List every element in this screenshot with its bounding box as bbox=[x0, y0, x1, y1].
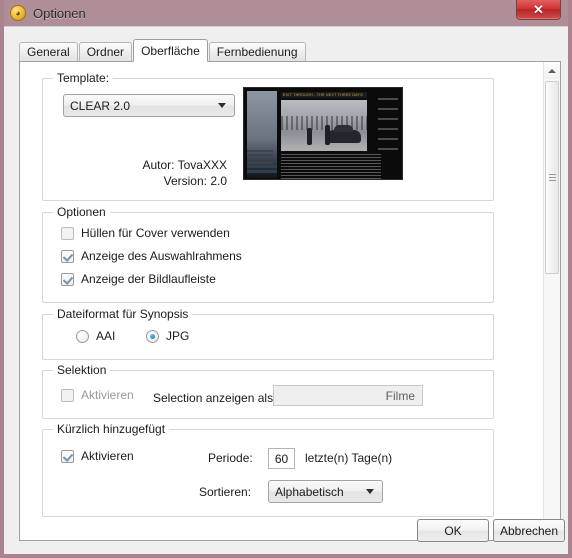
checkbox-recent-aktivieren[interactable]: Aktivieren bbox=[61, 449, 134, 463]
radio-aai[interactable]: AAI bbox=[76, 329, 115, 343]
checkbox-auswahlrahmen-label: Anzeige des Auswahlrahmens bbox=[81, 249, 242, 263]
checkbox-selektion-aktivieren[interactable]: Aktivieren bbox=[61, 388, 134, 402]
radio-jpg[interactable]: JPG bbox=[146, 329, 189, 343]
tab-oberflaeche[interactable]: Oberfläche bbox=[133, 39, 208, 62]
tab-ordner[interactable]: Ordner bbox=[78, 42, 133, 61]
radio-icon-selected bbox=[146, 329, 159, 343]
tab-page-oberflaeche: Template: CLEAR 2.0 EXIT THROUGH - THE N… bbox=[19, 61, 561, 541]
tab-oberflaeche-label: Oberfläche bbox=[141, 43, 200, 58]
checkbox-auswahlrahmen[interactable]: Anzeige des Auswahlrahmens bbox=[61, 249, 242, 263]
template-version: Version: 2.0 bbox=[163, 174, 227, 188]
preview-figure-left bbox=[307, 128, 312, 145]
ok-button[interactable]: OK bbox=[417, 519, 489, 542]
radio-aai-label: AAI bbox=[96, 329, 116, 343]
preview-bottom-buttons bbox=[247, 165, 277, 175]
recent-aktivieren-label: Aktivieren bbox=[81, 449, 134, 463]
sort-label: Sortieren: bbox=[199, 485, 252, 499]
chevron-down-icon bbox=[366, 489, 374, 494]
template-preview-image: EXIT THROUGH - THE NEXT THREE DAYS bbox=[243, 87, 403, 180]
selektion-display-as-label: Selection anzeigen als: bbox=[153, 391, 277, 405]
arrow-up-icon bbox=[548, 68, 556, 73]
checkbox-icon-unchecked bbox=[61, 226, 74, 240]
options-dialog-window: ◕ Optionen ✕ General Ordner Oberfläche F… bbox=[0, 0, 572, 558]
period-input[interactable]: 60 bbox=[268, 448, 295, 469]
period-suffix-label: letzte(n) Tage(n) bbox=[305, 451, 393, 465]
tab-general[interactable]: General bbox=[19, 42, 78, 61]
close-button[interactable]: ✕ bbox=[516, 0, 561, 20]
preview-car bbox=[328, 125, 361, 143]
selektion-aktivieren-label: Aktivieren bbox=[81, 388, 134, 402]
selektion-display-as-value: Filme bbox=[385, 388, 415, 403]
template-group: Template: CLEAR 2.0 EXIT THROUGH - THE N… bbox=[42, 71, 494, 201]
recently-added-group-title: Kürzlich hinzugefügt bbox=[53, 422, 170, 436]
tab-fernbedienung[interactable]: Fernbedienung bbox=[208, 42, 306, 61]
tab-strip: General Ordner Oberfläche Fernbedienung bbox=[19, 39, 307, 62]
period-value: 60 bbox=[274, 451, 289, 466]
window-title: Optionen bbox=[33, 5, 86, 21]
template-group-title: Template: bbox=[53, 71, 114, 85]
tab-fernbedienung-label: Fernbedienung bbox=[216, 45, 298, 59]
dialog-client-area: General Ordner Oberfläche Fernbedienung … bbox=[4, 26, 568, 554]
optionen-group: Optionen Hüllen für Cover verwenden Anze… bbox=[42, 205, 494, 303]
optionen-group-title: Optionen bbox=[53, 205, 110, 219]
recently-added-group: Kürzlich hinzugefügt Aktivieren Periode:… bbox=[42, 422, 494, 517]
cancel-button[interactable]: Abbrechen bbox=[493, 519, 565, 542]
scrollbar-up-button[interactable] bbox=[544, 62, 560, 79]
close-icon: ✕ bbox=[533, 2, 544, 17]
template-combobox[interactable]: CLEAR 2.0 bbox=[63, 94, 235, 117]
grip-icon bbox=[548, 172, 556, 183]
checkbox-bildlaufleiste[interactable]: Anzeige der Bildlaufleiste bbox=[61, 272, 216, 286]
sort-combobox[interactable]: Alphabetisch bbox=[268, 480, 383, 503]
preview-figure-right bbox=[325, 125, 330, 145]
tab-page-content: Template: CLEAR 2.0 EXIT THROUGH - THE N… bbox=[20, 62, 540, 540]
preview-synopsis-lines bbox=[281, 154, 381, 179]
checkbox-bildlaufleiste-label: Anzeige der Bildlaufleiste bbox=[81, 272, 216, 286]
chevron-down-icon bbox=[218, 103, 226, 108]
radio-icon-unselected bbox=[76, 329, 89, 343]
preview-still-photo bbox=[281, 100, 367, 151]
selektion-group-title: Selektion bbox=[53, 363, 111, 377]
preview-crowd bbox=[281, 116, 367, 130]
scrollbar-thumb[interactable] bbox=[545, 81, 559, 274]
preview-title-text: EXIT THROUGH - THE NEXT THREE DAYS bbox=[283, 93, 363, 97]
checkbox-icon-unchecked bbox=[61, 388, 74, 402]
checkbox-huellen-label: Hüllen für Cover verwenden bbox=[81, 226, 230, 240]
synopsis-format-group: Dateiformat für Synopsis AAI JPG bbox=[42, 307, 494, 360]
checkbox-huellen-fuer-cover[interactable]: Hüllen für Cover verwenden bbox=[61, 226, 230, 240]
checkbox-icon-checked bbox=[61, 272, 74, 286]
cancel-button-label: Abbrechen bbox=[499, 523, 559, 538]
ok-button-label: OK bbox=[444, 523, 462, 538]
period-label: Periode: bbox=[208, 451, 253, 465]
tab-ordner-label: Ordner bbox=[86, 45, 125, 59]
sort-combobox-value: Alphabetisch bbox=[275, 484, 344, 499]
preview-poster-bars bbox=[247, 150, 277, 166]
checkbox-icon-checked bbox=[61, 449, 74, 463]
selektion-group: Selektion Aktivieren Selection anzeigen … bbox=[42, 363, 494, 419]
selektion-display-as-input[interactable]: Filme bbox=[273, 385, 423, 406]
vertical-scrollbar[interactable] bbox=[543, 62, 560, 540]
app-icon: ◕ bbox=[10, 5, 26, 21]
template-combobox-value: CLEAR 2.0 bbox=[70, 98, 131, 113]
template-author: Autor: TovaXXX bbox=[142, 158, 228, 172]
synopsis-group-title: Dateiformat für Synopsis bbox=[53, 307, 193, 321]
radio-jpg-label: JPG bbox=[166, 329, 190, 343]
preview-menu-rail bbox=[378, 98, 398, 158]
tab-general-label: General bbox=[27, 45, 70, 59]
title-bar: ◕ Optionen ✕ bbox=[4, 0, 568, 26]
checkbox-icon-checked bbox=[61, 249, 74, 263]
